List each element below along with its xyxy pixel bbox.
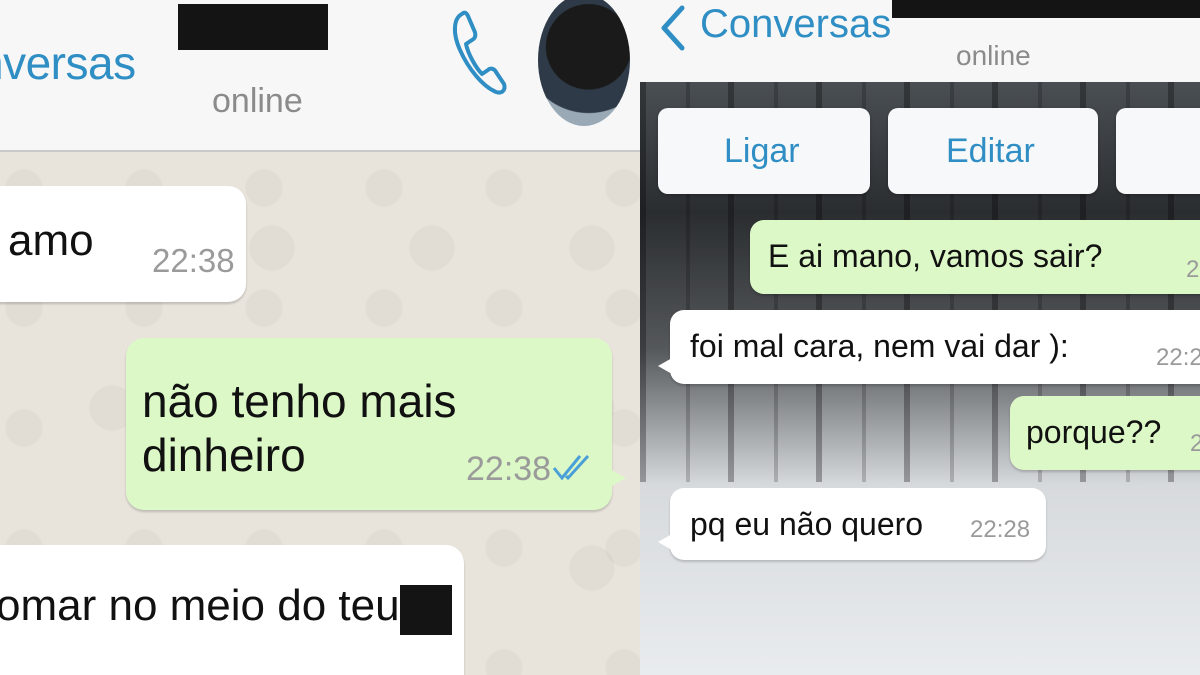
message-incoming: pq eu não quero 22:28 <box>658 488 1046 560</box>
message-time: 2 <box>1186 256 1200 283</box>
message-text: porque?? <box>1026 414 1162 450</box>
call-button[interactable]: Ligar <box>658 108 870 194</box>
message-text: omar no meio do teu <box>0 581 400 630</box>
edit-button-label: Editar <box>946 132 1035 170</box>
message-time: 22:38 <box>152 242 235 279</box>
double-check-icon <box>552 454 590 481</box>
message-text: pq eu não quero <box>690 506 924 542</box>
phone-icon[interactable] <box>448 8 510 98</box>
call-button-label: Ligar <box>724 132 800 170</box>
message-outgoing: não tenho mais dinheiro 22:38 <box>126 338 626 510</box>
back-button[interactable]: Conversas <box>700 2 891 47</box>
message-outgoing: porque?? 2 <box>1010 396 1200 470</box>
left-chat-screenshot: nversas online amo 22:38 não tenho mais … <box>0 0 640 675</box>
edit-button[interactable]: Editar <box>888 108 1098 194</box>
contact-name-redacted <box>178 4 328 50</box>
contact-status: online <box>956 40 1031 71</box>
contact-name-redacted <box>892 0 1200 18</box>
message-incoming: omar no meio do teu <box>0 545 464 675</box>
message-time: 22:2 <box>1156 344 1200 371</box>
message-text: E ai mano, vamos sair? <box>768 238 1103 274</box>
message-incoming: foi mal cara, nem vai dar ): 22:2 <box>658 310 1200 384</box>
message-incoming: amo 22:38 <box>0 186 246 302</box>
avatar[interactable] <box>538 0 630 126</box>
message-text: amo <box>8 216 94 265</box>
info-button[interactable]: I <box>1116 108 1200 194</box>
right-chat-header: Conversas online <box>640 0 1200 82</box>
message-outgoing: E ai mano, vamos sair? 2 <box>750 220 1200 294</box>
message-text: foi mal cara, nem vai dar ): <box>690 328 1069 364</box>
left-chat-header: nversas online <box>0 0 640 152</box>
redaction-block <box>400 585 452 635</box>
contact-status: online <box>212 82 303 120</box>
message-time: 22:28 <box>970 516 1031 543</box>
back-button[interactable]: nversas <box>0 36 136 90</box>
chevron-left-icon[interactable] <box>658 4 688 52</box>
right-chat-screenshot: Conversas online Ligar Editar I E ai man… <box>640 0 1200 675</box>
message-time: 22:38 <box>466 450 552 488</box>
message-time: 2 <box>1190 430 1200 457</box>
